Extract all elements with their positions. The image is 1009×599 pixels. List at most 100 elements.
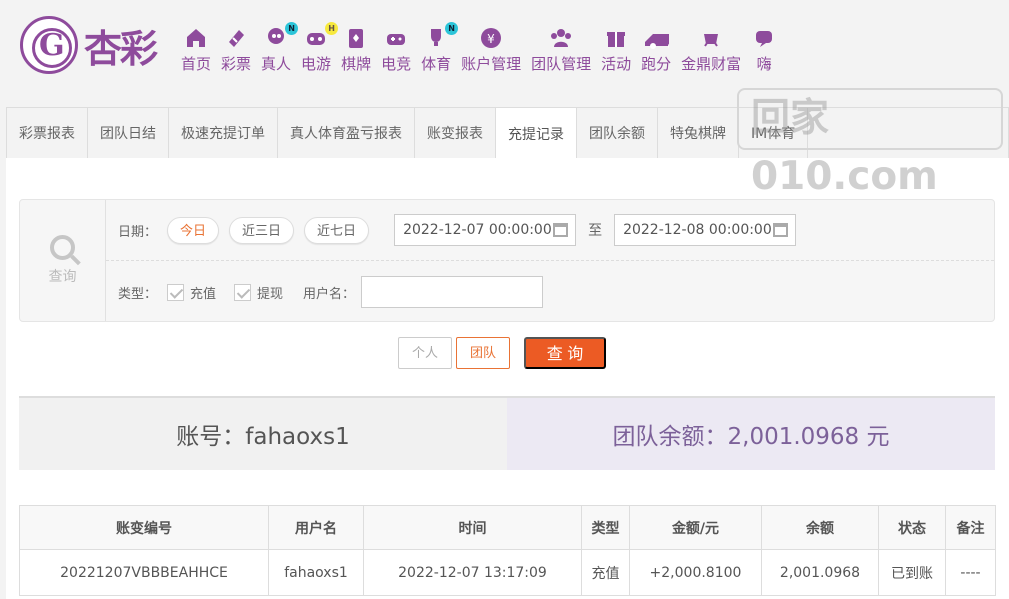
site-header: 杏彩 首页 彩票 真人N 电游H 棋牌 电竞 体育N ¥ 账户管理 团队管理 活动… — [0, 0, 1009, 90]
username-label: 用户名： — [303, 286, 356, 302]
header-status: 状态 — [878, 505, 946, 550]
date-label: 日期： — [118, 224, 158, 240]
cauldron-icon — [698, 26, 724, 50]
time-cell: 2022-12-07 13:17:09 — [363, 549, 582, 596]
controller-icon — [383, 26, 409, 50]
chat-icon — [751, 26, 777, 50]
header-amount: 金额/元 — [629, 505, 762, 550]
nav-home-label: 首页 — [181, 55, 212, 73]
header-username: 用户名 — [268, 505, 364, 550]
header-time: 时间 — [363, 505, 582, 550]
car-icon — [643, 26, 670, 50]
nav-racing-label: 跑分 — [641, 55, 672, 73]
home-icon — [183, 26, 209, 50]
tab-team-balance[interactable]: 团队余额 — [577, 108, 658, 158]
query-actions: 个人 团队 查 询 — [398, 337, 606, 369]
nav-item-events[interactable]: 活动 — [596, 22, 636, 74]
team-button[interactable]: 团队 — [456, 337, 510, 369]
withdraw-checkbox-option[interactable]: 提现 — [234, 283, 283, 302]
nav-team-label: 团队管理 — [531, 55, 592, 73]
nav-item-team[interactable]: 团队管理 — [526, 22, 596, 74]
calendar-icon[interactable] — [773, 223, 789, 237]
header-type: 类型 — [581, 505, 630, 550]
nav-item-slots[interactable]: 电游 H — [296, 22, 339, 74]
records-table: 账变编号 用户名 时间 类型 金额/元 余额 状态 备注 20221207VBB… — [19, 505, 996, 596]
nav-item-lottery[interactable]: 彩票 — [216, 22, 256, 74]
amount-cell: +2,000.8100 — [629, 549, 762, 596]
tab-live-sports-report[interactable]: 真人体育盈亏报表 — [278, 108, 415, 158]
svg-text:¥: ¥ — [487, 32, 495, 46]
tab-lottery-report[interactable]: 彩票报表 — [7, 108, 88, 158]
last-seven-days-button[interactable]: 近七日 — [304, 216, 370, 244]
type-cell: 充值 — [581, 549, 630, 596]
deposit-checkbox[interactable] — [167, 283, 185, 301]
calendar-icon[interactable] — [553, 223, 569, 237]
query-label: 查询 — [48, 269, 77, 285]
record-id-cell: 20221207VBBBEAHHCE — [19, 549, 269, 596]
nav-wealth-label: 金鼎财富 — [681, 55, 742, 73]
nav-events-label: 活动 — [601, 55, 632, 73]
deposit-checkbox-option[interactable]: 充值 — [167, 283, 216, 302]
account-summary: 账号：fahaoxs1 团队余额：2,001.0968 元 — [19, 396, 995, 470]
nav-item-live[interactable]: 真人 N — [256, 22, 299, 74]
team-icon — [548, 26, 574, 50]
header-note: 备注 — [945, 505, 996, 550]
nav-account-label: 账户管理 — [461, 55, 522, 73]
table-row: 20221207VBBBEAHHCE fahaoxs1 2022-12-07 1… — [19, 549, 996, 596]
records-content: 查询 日期： 今日 近三日 近七日 2022-12-07 00:00:00 至 … — [6, 158, 1009, 599]
nav-hi-label: 嗨 — [756, 55, 772, 73]
query-box: 查询 — [20, 200, 106, 321]
query-button[interactable]: 查 询 — [524, 337, 606, 369]
end-date-value: 2022-12-08 00:00:00 — [623, 222, 772, 238]
date-filter-row: 日期： 今日 近三日 近七日 2022-12-07 00:00:00 至 202… — [118, 214, 797, 246]
nav-item-home[interactable]: 首页 — [176, 22, 216, 74]
report-page: 杏彩 首页 彩票 真人N 电游H 棋牌 电竞 体育N ¥ 账户管理 团队管理 活动… — [0, 0, 1009, 599]
type-label: 类型： — [118, 286, 158, 302]
tab-tetu-chess[interactable]: 特兔棋牌 — [658, 108, 739, 158]
nav-item-racing[interactable]: 跑分 — [636, 22, 676, 74]
nav-item-sports[interactable]: 体育 N — [416, 22, 459, 74]
tab-deposit-withdrawal-records[interactable]: 充提记录 — [496, 108, 577, 160]
start-date-value: 2022-12-07 00:00:00 — [403, 222, 552, 238]
nav-item-wealth[interactable]: 金鼎财富 — [676, 22, 746, 74]
website-watermark: 回家010.com — [737, 88, 1003, 199]
header-record-id: 账变编号 — [19, 505, 269, 550]
nav-item-hi[interactable]: 嗨 — [746, 22, 782, 74]
date-range-separator: 至 — [588, 223, 603, 239]
tab-fast-orders[interactable]: 极速充提订单 — [169, 108, 278, 158]
nav-item-chess[interactable]: 棋牌 — [336, 22, 376, 74]
ticket-icon — [223, 26, 249, 50]
today-button[interactable]: 今日 — [167, 216, 220, 244]
header-balance: 余额 — [761, 505, 879, 550]
username-input[interactable] — [361, 276, 544, 308]
note-cell: ---- — [945, 549, 996, 596]
nav-chess-label: 棋牌 — [341, 55, 372, 73]
filter-divider — [106, 260, 994, 261]
nav-slots-label: 电游 — [301, 55, 332, 73]
end-date-input[interactable]: 2022-12-08 00:00:00 — [614, 214, 797, 246]
tab-team-daily[interactable]: 团队日结 — [88, 108, 169, 158]
nav-item-esports[interactable]: 电竞 — [376, 22, 416, 74]
username-cell: fahaoxs1 — [268, 549, 364, 596]
main-navigation: 首页 彩票 真人 N 电游 H 棋牌 电竞 体育 N ¥ 账户管理 团队管理 活动 跑分… — [176, 22, 782, 74]
status-cell: 已到账 — [878, 549, 946, 596]
deposit-label: 充值 — [190, 286, 217, 302]
records-table-header: 账变编号 用户名 时间 类型 金额/元 余额 状态 备注 — [19, 505, 996, 550]
withdraw-checkbox[interactable] — [234, 283, 252, 301]
type-filter-row: 类型： 充值 提现 用户名： — [118, 276, 544, 308]
filter-panel: 查询 日期： 今日 近三日 近七日 2022-12-07 00:00:00 至 … — [19, 199, 995, 322]
tab-account-changes[interactable]: 账变报表 — [415, 108, 496, 158]
gift-icon — [603, 26, 629, 50]
search-icon — [50, 235, 75, 260]
site-logo[interactable]: 杏彩 — [20, 16, 158, 74]
cards-icon — [343, 26, 369, 50]
nav-lottery-label: 彩票 — [221, 55, 252, 73]
records-table-body: 20221207VBBBEAHHCE fahaoxs1 2022-12-07 1… — [19, 549, 996, 596]
nav-item-account[interactable]: ¥ 账户管理 — [456, 22, 526, 74]
last-three-days-button[interactable]: 近三日 — [229, 216, 295, 244]
account-name: 账号：fahaoxs1 — [176, 424, 350, 450]
nav-live-label: 真人 — [261, 55, 292, 73]
start-date-input[interactable]: 2022-12-07 00:00:00 — [394, 214, 577, 246]
table-header-row: 账变编号 用户名 时间 类型 金额/元 余额 状态 备注 — [19, 505, 996, 550]
personal-button[interactable]: 个人 — [398, 337, 452, 369]
